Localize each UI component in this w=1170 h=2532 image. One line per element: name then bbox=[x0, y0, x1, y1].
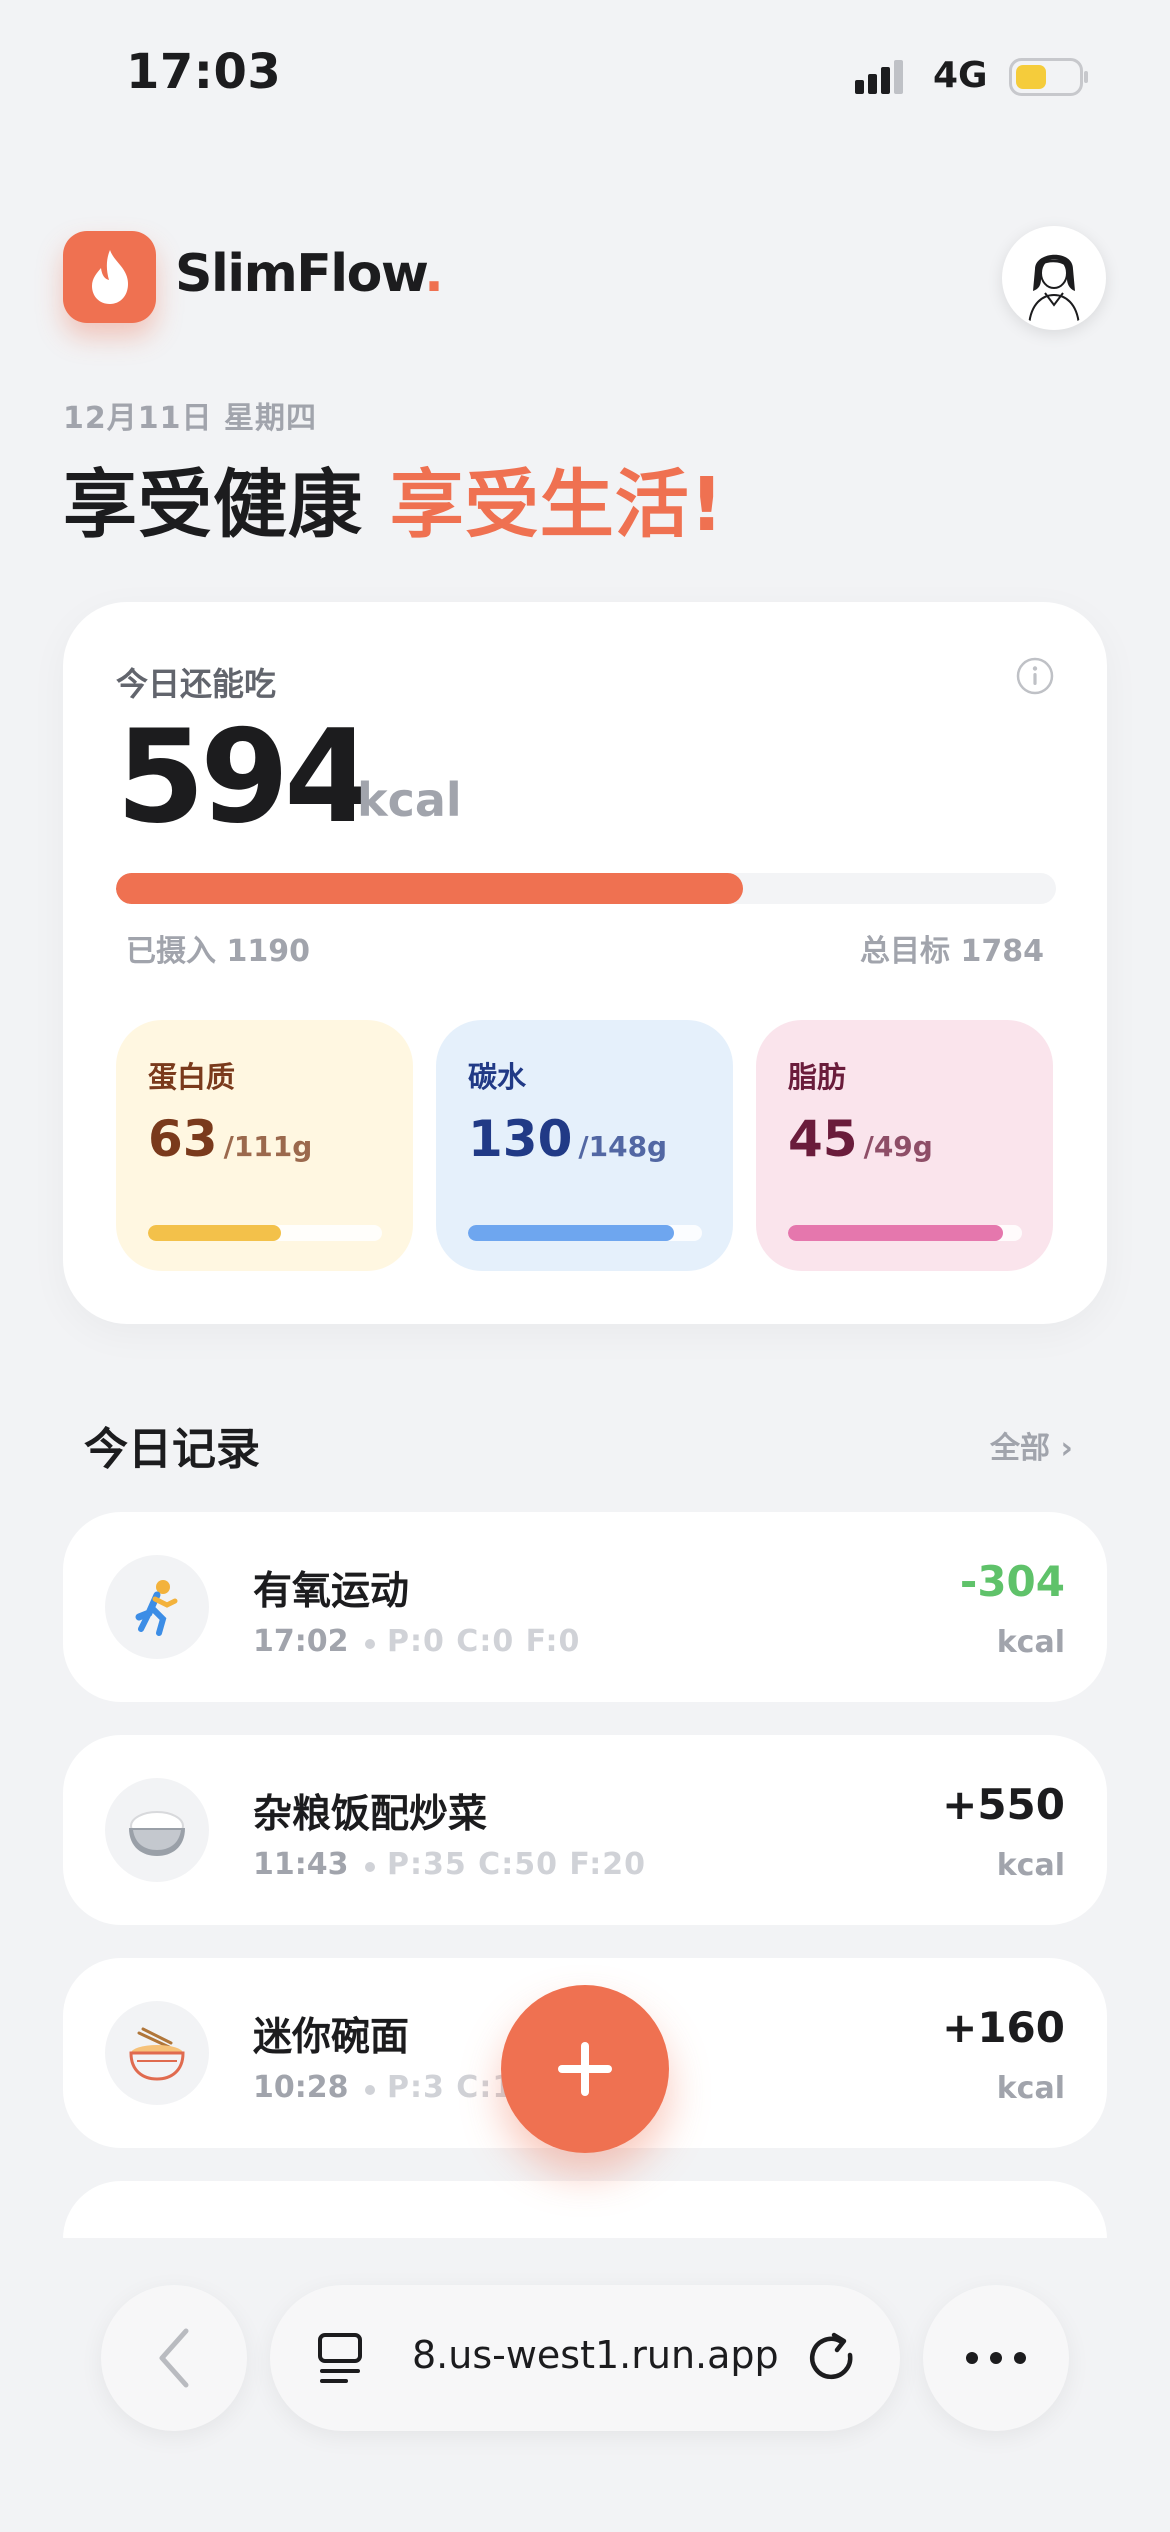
goal-label: 总目标 1784 bbox=[860, 934, 1044, 969]
avatar[interactable] bbox=[1002, 226, 1106, 330]
record-macros: P:0 C:0 F:0 bbox=[387, 1624, 581, 1659]
eaten-label: 已摄入 1190 bbox=[126, 934, 310, 969]
separator-dot bbox=[365, 2085, 375, 2095]
brand-name: SlimFlow. bbox=[175, 244, 444, 304]
date-label: 12月11日 星期四 bbox=[63, 401, 317, 436]
calorie-progress-bar bbox=[116, 873, 1056, 904]
record-time: 10:28 bbox=[253, 2070, 349, 2105]
macro-card-carbs[interactable]: 碳水 130/148g bbox=[436, 1020, 733, 1271]
record-unit: kcal bbox=[996, 1848, 1065, 1883]
separator-dot bbox=[365, 1639, 375, 1649]
macro-progress-fill bbox=[788, 1225, 1004, 1241]
plus-icon bbox=[558, 2042, 612, 2096]
record-unit: kcal bbox=[996, 2071, 1065, 2106]
record-unit: kcal bbox=[996, 1625, 1065, 1660]
url-text: 8.us-west1.run.app bbox=[412, 2333, 779, 2377]
status-time: 17:03 bbox=[126, 44, 282, 100]
runner-icon bbox=[105, 1555, 209, 1659]
macro-progress-bar bbox=[148, 1225, 382, 1241]
record-macros: P:3 C:1 bbox=[387, 2070, 515, 2105]
macro-progress-bar bbox=[788, 1225, 1022, 1241]
add-record-button[interactable] bbox=[501, 1985, 669, 2153]
tabs-icon bbox=[318, 2333, 362, 2383]
record-item[interactable]: 有氧运动 17:02 P:0 C:0 F:0 -304 kcal bbox=[63, 1512, 1107, 1702]
record-kcal: +160 bbox=[942, 2003, 1065, 2052]
flame-icon bbox=[91, 250, 128, 304]
remaining-kcal: 594 bbox=[116, 703, 373, 852]
chevron-left-icon bbox=[159, 2328, 189, 2388]
macro-card-protein[interactable]: 蛋白质 63/111g bbox=[116, 1020, 413, 1271]
remaining-label: 今日还能吃 bbox=[116, 665, 277, 703]
user-avatar-illustration bbox=[1006, 230, 1102, 326]
calorie-progress-fill bbox=[116, 873, 743, 904]
macro-label: 蛋白质 bbox=[148, 1060, 236, 1094]
macro-progress-bar bbox=[468, 1225, 702, 1241]
record-title: 杂粮饭配炒菜 bbox=[253, 1792, 488, 1837]
record-time: 17:02 bbox=[253, 1624, 349, 1659]
address-bar[interactable]: 8.us-west1.run.app bbox=[270, 2285, 900, 2431]
record-title: 有氧运动 bbox=[253, 1569, 410, 1614]
macro-value: 63/111g bbox=[148, 1110, 313, 1168]
noodle-bowl-icon bbox=[105, 2001, 209, 2105]
macro-card-fat[interactable]: 脂肪 45/49g bbox=[756, 1020, 1053, 1271]
macro-value: 130/148g bbox=[468, 1110, 668, 1168]
records-section-title: 今日记录 bbox=[84, 1424, 260, 1475]
info-icon[interactable] bbox=[1016, 657, 1054, 695]
reload-icon[interactable] bbox=[806, 2331, 860, 2385]
app-logo bbox=[63, 231, 156, 323]
record-time: 11:43 bbox=[253, 1847, 349, 1882]
record-kcal: -304 bbox=[959, 1557, 1065, 1606]
macro-value: 45/49g bbox=[788, 1110, 933, 1168]
macro-label: 碳水 bbox=[468, 1060, 527, 1094]
macro-label: 脂肪 bbox=[788, 1060, 847, 1094]
signal-icon bbox=[855, 60, 903, 94]
record-item[interactable]: 杂粮饭配炒菜 11:43 P:35 C:50 F:20 +550 kcal bbox=[63, 1735, 1107, 1925]
remaining-unit: kcal bbox=[357, 773, 462, 827]
rice-bowl-icon bbox=[105, 1778, 209, 1882]
more-icon bbox=[966, 2352, 1026, 2364]
record-title: 迷你碗面 bbox=[253, 2015, 410, 2060]
headline: 享受健康 享受生活! bbox=[63, 462, 725, 548]
macro-progress-fill bbox=[148, 1225, 282, 1241]
network-label: 4G bbox=[933, 55, 988, 96]
battery-icon bbox=[1009, 58, 1088, 96]
more-button[interactable] bbox=[923, 2285, 1069, 2431]
see-all-link[interactable]: 全部 › bbox=[990, 1423, 1073, 1467]
back-button[interactable] bbox=[101, 2285, 247, 2431]
record-macros: P:35 C:50 F:20 bbox=[387, 1847, 646, 1882]
record-kcal: +550 bbox=[942, 1780, 1065, 1829]
macro-progress-fill bbox=[468, 1225, 674, 1241]
separator-dot bbox=[365, 1862, 375, 1872]
